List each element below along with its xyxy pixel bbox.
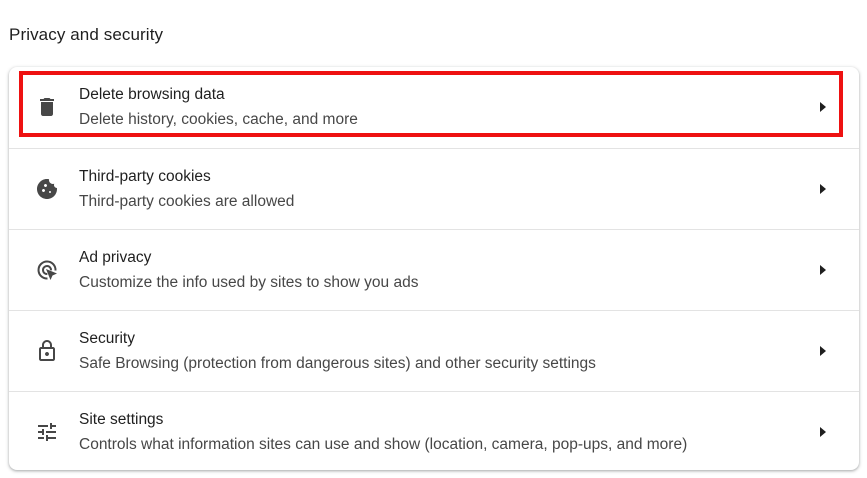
chevron-right-icon bbox=[817, 100, 829, 114]
chevron-right-icon bbox=[817, 182, 829, 196]
cookie-icon bbox=[35, 177, 59, 201]
chevron-right-icon bbox=[817, 263, 829, 277]
tune-icon bbox=[35, 420, 59, 444]
row-label: Security bbox=[79, 330, 135, 347]
row-sublabel: Customize the info used by sites to show… bbox=[79, 274, 419, 291]
security-row[interactable]: Security Safe Browsing (protection from … bbox=[9, 310, 859, 391]
privacy-settings-card: Delete browsing data Delete history, coo… bbox=[9, 67, 859, 470]
third-party-cookies-row[interactable]: Third-party cookies Third-party cookies … bbox=[9, 148, 859, 229]
row-label: Site settings bbox=[79, 411, 164, 428]
trash-icon bbox=[35, 95, 59, 119]
row-label: Ad privacy bbox=[79, 249, 152, 266]
chevron-right-icon bbox=[817, 344, 829, 358]
ad-privacy-row[interactable]: Ad privacy Customize the info used by si… bbox=[9, 229, 859, 310]
row-sublabel: Controls what information sites can use … bbox=[79, 436, 688, 453]
row-sublabel: Safe Browsing (protection from dangerous… bbox=[79, 355, 596, 372]
row-sublabel: Delete history, cookies, cache, and more bbox=[79, 111, 358, 128]
section-title: Privacy and security bbox=[9, 25, 164, 44]
row-label: Third-party cookies bbox=[79, 168, 211, 185]
site-settings-row[interactable]: Site settings Controls what information … bbox=[9, 391, 859, 472]
chevron-right-icon bbox=[817, 425, 829, 439]
delete-browsing-data-row[interactable]: Delete browsing data Delete history, coo… bbox=[9, 67, 859, 148]
row-label: Delete browsing data bbox=[79, 86, 225, 103]
row-sublabel: Third-party cookies are allowed bbox=[79, 193, 295, 210]
lock-icon bbox=[35, 339, 59, 363]
ad-privacy-icon bbox=[35, 258, 59, 282]
